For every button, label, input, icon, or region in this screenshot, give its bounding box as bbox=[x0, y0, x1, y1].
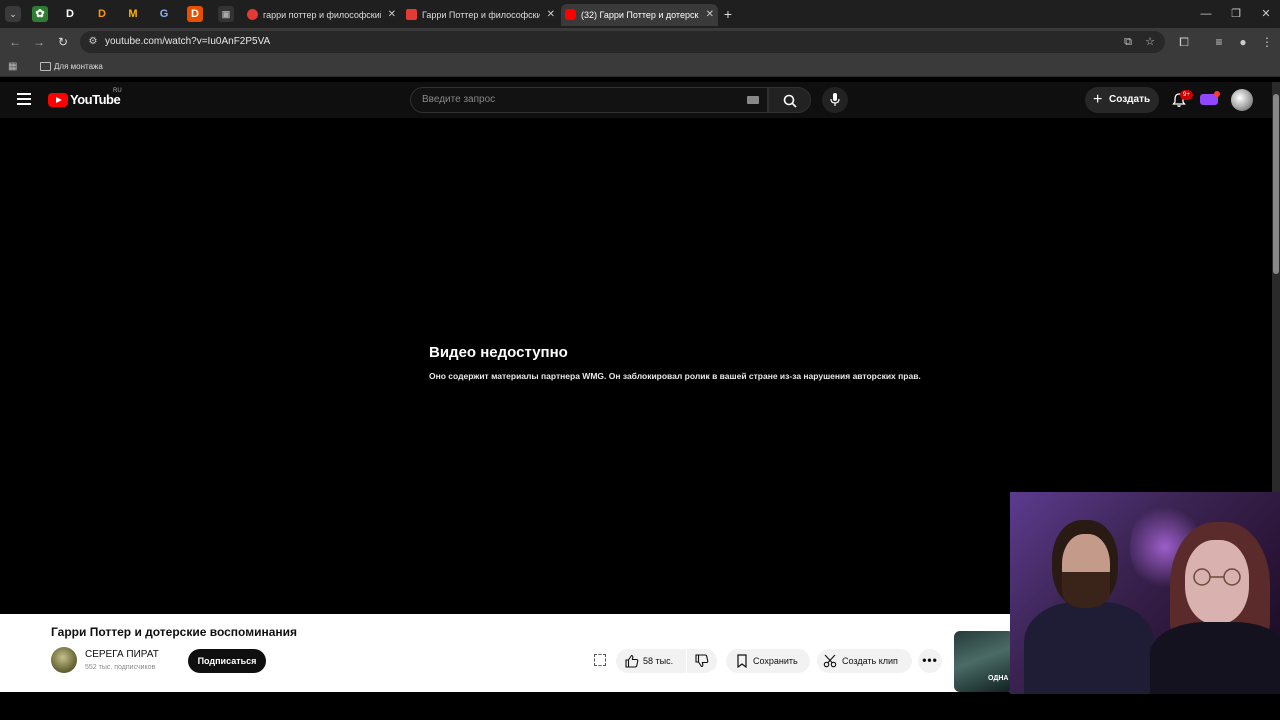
channel-avatar[interactable] bbox=[51, 647, 77, 673]
youtube-header: YouTube RU Введите запрос + Создать 9+ bbox=[0, 82, 1272, 118]
subscribe-button[interactable]: Подписаться bbox=[188, 649, 266, 673]
search-input[interactable]: Введите запрос bbox=[410, 87, 768, 113]
channel-name[interactable]: СЕРЕГА ПИРАТ bbox=[85, 649, 159, 660]
site-info-icon[interactable]: ⚙ bbox=[86, 35, 100, 49]
live-dot-icon bbox=[1214, 91, 1220, 97]
person-left-body bbox=[1024, 602, 1154, 694]
voice-search-button[interactable] bbox=[822, 87, 848, 113]
bookmarks-bar: ▦ Для монтажа bbox=[0, 57, 1280, 77]
screen: ⌄ ✿ D D M G D ▣ гарри поттер и философск… bbox=[0, 0, 1280, 720]
close-window-icon[interactable]: ✕ bbox=[1256, 4, 1276, 24]
browser-tab-bar: ⌄ ✿ D D M G D ▣ гарри поттер и философск… bbox=[0, 0, 1280, 28]
more-actions-button[interactable]: ••• bbox=[918, 649, 942, 673]
install-app-icon[interactable]: ⧉ bbox=[1120, 34, 1136, 50]
scissors-icon bbox=[823, 654, 837, 668]
bookmark-star-icon[interactable]: ☆ bbox=[1142, 34, 1158, 50]
scrollbar-thumb[interactable] bbox=[1273, 94, 1279, 274]
url-text[interactable]: youtube.com/watch?v=Iu0AnF2P5VA bbox=[105, 31, 270, 53]
qr-code-icon[interactable] bbox=[594, 654, 606, 666]
pinned-tab-icon[interactable]: ✿ bbox=[32, 6, 48, 22]
tab-favicon-icon bbox=[406, 9, 417, 20]
minimize-icon[interactable]: — bbox=[1196, 4, 1216, 24]
pinned-tab-icon[interactable]: D bbox=[94, 6, 110, 22]
microphone-icon bbox=[830, 93, 840, 106]
youtube-favicon-icon bbox=[565, 9, 576, 20]
create-clip-button[interactable]: Создать клип bbox=[817, 649, 912, 673]
tab-search-icon[interactable]: ⌄ bbox=[5, 6, 21, 22]
close-tab-icon[interactable]: ✕ bbox=[388, 4, 396, 26]
video-title: Гарри Поттер и дотерские воспоминания bbox=[51, 625, 298, 639]
reload-icon[interactable]: ↻ bbox=[55, 34, 71, 50]
person-left-beard bbox=[1062, 572, 1110, 608]
folder-icon bbox=[40, 62, 51, 71]
person-right-body bbox=[1150, 622, 1280, 694]
pinned-tab-icon[interactable]: D bbox=[62, 6, 78, 22]
thumbs-down-icon bbox=[695, 654, 709, 668]
youtube-play-icon bbox=[48, 93, 68, 107]
extensions-icon[interactable]: ⧠ bbox=[1176, 34, 1192, 50]
search-button[interactable] bbox=[768, 87, 811, 113]
pinned-tab-icon[interactable]: ▣ bbox=[218, 6, 234, 22]
browser-tab-active[interactable]: (32) Гарри Поттер и дотерские ✕ bbox=[561, 4, 718, 26]
forward-icon[interactable]: → bbox=[31, 34, 47, 50]
webcam-overlay bbox=[1010, 492, 1280, 694]
thumbs-up-icon bbox=[625, 654, 639, 668]
browser-toolbar: ← → ↻ ⚙ youtube.com/watch?v=Iu0AnF2P5VA … bbox=[0, 28, 1280, 57]
restore-icon[interactable]: ❐ bbox=[1226, 4, 1246, 24]
back-icon[interactable]: ← bbox=[7, 34, 23, 50]
video-unavailable-title: Видео недоступно bbox=[429, 344, 568, 361]
keyboard-icon[interactable] bbox=[747, 96, 759, 104]
profile-icon[interactable]: ● bbox=[1235, 34, 1251, 50]
hamburger-menu-icon[interactable] bbox=[17, 93, 31, 105]
yandex-icon bbox=[247, 9, 258, 20]
save-button[interactable]: Сохранить bbox=[726, 649, 810, 673]
subscriber-count: 552 тыс. подписчиков bbox=[85, 664, 156, 671]
address-bar[interactable]: ⚙ youtube.com/watch?v=Iu0AnF2P5VA ⧉ ☆ bbox=[80, 31, 1165, 53]
close-tab-icon[interactable]: ✕ bbox=[706, 4, 714, 26]
search-icon bbox=[783, 94, 797, 108]
bookmark-folder[interactable]: Для монтажа bbox=[38, 57, 103, 77]
plus-icon: + bbox=[1093, 91, 1103, 108]
browser-tab[interactable]: гарри поттер и философский ✕ bbox=[243, 4, 400, 26]
dislike-button[interactable] bbox=[687, 649, 717, 673]
like-button[interactable]: 58 тыс. bbox=[616, 649, 686, 673]
new-tab-icon[interactable]: + bbox=[720, 4, 736, 24]
bookmark-icon bbox=[737, 654, 747, 668]
bottom-strip bbox=[0, 692, 1280, 720]
pinned-tab-icon[interactable]: M bbox=[125, 6, 141, 22]
create-button[interactable]: + Создать bbox=[1085, 87, 1159, 113]
glasses-icon bbox=[1193, 568, 1241, 586]
account-avatar[interactable] bbox=[1231, 89, 1253, 111]
video-unavailable-message: Оно содержит материалы партнера WMG. Он … bbox=[429, 371, 921, 381]
apps-grid-icon[interactable]: ▦ bbox=[8, 61, 20, 73]
media-control-icon[interactable]: ≡ bbox=[1211, 34, 1227, 50]
browser-tab[interactable]: Гарри Поттер и философский ✕ bbox=[402, 4, 559, 26]
menu-kebab-icon[interactable]: ⋮ bbox=[1259, 34, 1275, 50]
pinned-tab-icon[interactable]: G bbox=[156, 6, 172, 22]
pinned-tab-icon[interactable]: D bbox=[187, 6, 203, 22]
close-tab-icon[interactable]: ✕ bbox=[547, 4, 555, 26]
notifications-badge: 9+ bbox=[1180, 90, 1193, 100]
recommended-video-thumbnail[interactable]: ОДНА bbox=[954, 631, 1014, 692]
